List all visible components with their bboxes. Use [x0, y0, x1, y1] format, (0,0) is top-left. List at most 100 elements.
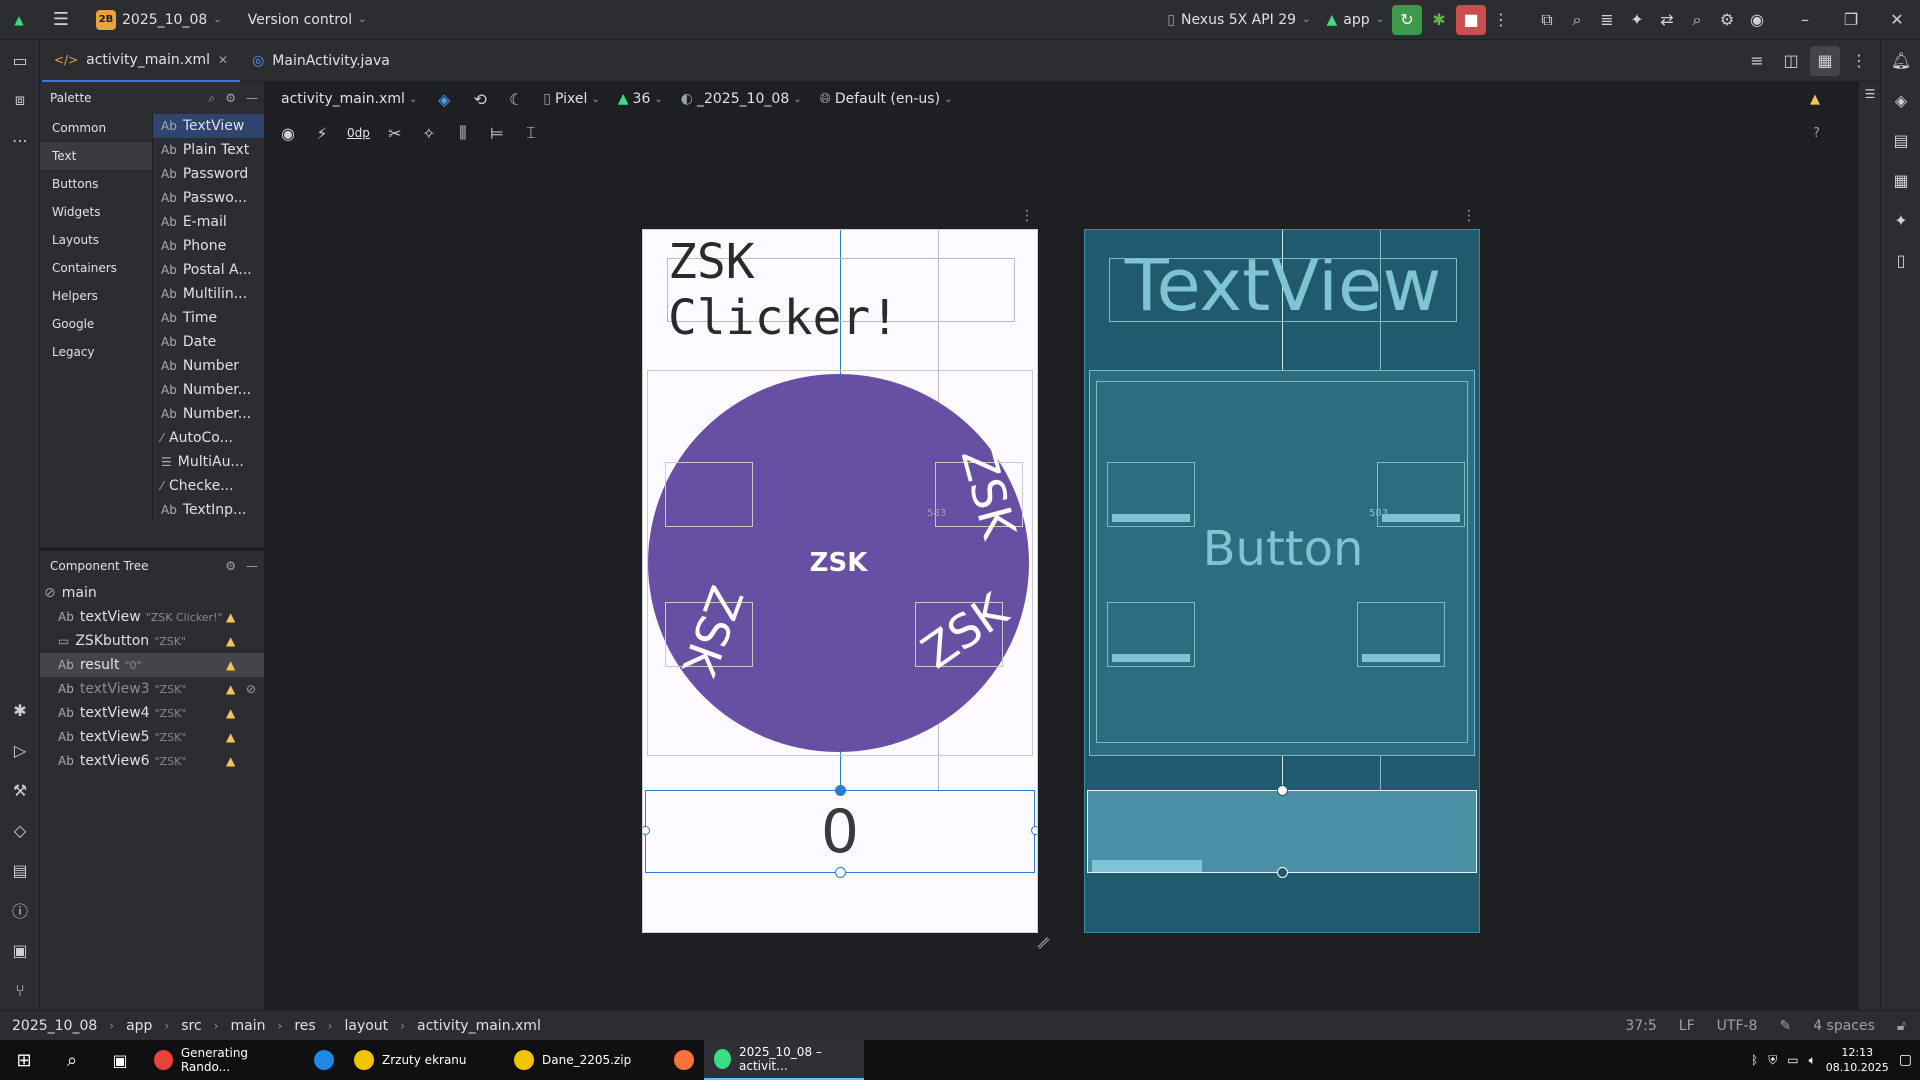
caret-position[interactable]: 37:5 — [1625, 1018, 1656, 1034]
warning-icon[interactable]: ▲ — [226, 658, 235, 672]
security-icon[interactable]: ⛨ — [1768, 1053, 1777, 1068]
palette-category-helpers[interactable]: Helpers — [40, 282, 152, 310]
tabs-more-icon[interactable]: ⋮ — [1844, 46, 1874, 76]
bluetooth-icon[interactable]: ᛒ — [1751, 1053, 1758, 1067]
app-inspection-icon[interactable]: ⌕ — [1562, 5, 1592, 35]
palette-category-layouts[interactable]: Layouts — [40, 226, 152, 254]
design-view-icon[interactable]: ▦ — [1810, 45, 1840, 76]
right-anchor-handle[interactable] — [1031, 826, 1037, 835]
palette-item[interactable]: ☰ MultiAu... — [153, 450, 264, 474]
project-switcher[interactable]: 2B 2025_10_08 ⌄ — [88, 6, 230, 34]
palette-item[interactable]: Ab E-mail — [153, 210, 264, 234]
help-icon[interactable]: ? — [1813, 126, 1820, 141]
tree-item-textview[interactable]: Ab textView "ZSK Clicker!" ▲ — [40, 605, 264, 629]
taskbar-app[interactable]: Generating Rando... — [144, 1040, 304, 1080]
close-tab-icon[interactable]: ✕ — [218, 53, 228, 67]
blueprint-textview-box[interactable] — [1107, 462, 1195, 527]
palette-item[interactable]: Ab Plain Text — [153, 138, 264, 162]
device-manager-icon[interactable]: ⧉ — [1532, 5, 1562, 35]
blueprint-textview-box[interactable] — [1107, 602, 1195, 667]
palette-item[interactable]: Ab Time — [153, 306, 264, 330]
palette-category-common[interactable]: Common — [40, 114, 152, 142]
apply-changes-button[interactable]: ↻ — [1392, 4, 1422, 35]
tree-root-main[interactable]: ⊘ main — [40, 581, 264, 605]
task-view-icon[interactable]: ▣ — [96, 1040, 144, 1080]
palette-item[interactable]: Ab Number... — [153, 402, 264, 426]
gemini-tool-icon[interactable]: ◇ — [0, 810, 40, 850]
search-icon[interactable]: ⌕ — [209, 91, 216, 106]
code-view-icon[interactable]: ≡ — [1742, 46, 1772, 76]
infer-constraints-icon[interactable]: ✧ — [414, 118, 444, 148]
hide-panel-icon[interactable]: — — [246, 91, 258, 105]
palette-item[interactable]: Ab Number... — [153, 378, 264, 402]
device-mirroring-icon[interactable]: ⇄ — [1652, 5, 1682, 35]
project-folder-icon[interactable]: ▭ — [0, 40, 40, 80]
tree-item-result[interactable]: Ab result "0" ▲ — [40, 653, 264, 677]
palette-item[interactable]: Ab Date — [153, 330, 264, 354]
design-preview[interactable]: ZSK Clicker! ZSK ZSK ZSK ZSK 583 0 — [642, 229, 1038, 933]
breadcrumb-item[interactable]: app — [126, 1018, 152, 1034]
search-icon[interactable]: ⌕ — [48, 1040, 96, 1080]
palette-item[interactable]: Ab Number — [153, 354, 264, 378]
search-icon[interactable]: ⌕ — [1682, 5, 1712, 35]
lock-icon[interactable]: 🔓︎ — [1897, 1018, 1906, 1034]
close-window-icon[interactable]: ✕ — [1874, 5, 1920, 35]
build-tool-icon[interactable]: ⚒ — [0, 770, 40, 810]
breadcrumb-item[interactable]: main — [231, 1018, 266, 1034]
warning-icon[interactable]: ▲ — [226, 610, 235, 624]
line-separator[interactable]: LF — [1679, 1018, 1695, 1034]
taskbar-app[interactable]: Zrzuty ekranu — [344, 1040, 504, 1080]
guidelines-icon[interactable]: ⫼ — [448, 118, 478, 148]
warning-icon[interactable]: ▲ — [226, 730, 235, 744]
warning-icon[interactable]: ▲ — [226, 754, 235, 768]
warning-icon[interactable]: ▲ — [1810, 92, 1820, 107]
night-mode-icon[interactable]: ☾ — [501, 84, 531, 114]
textview3-bounds[interactable] — [665, 462, 753, 527]
settings-gear-icon[interactable]: ⚙ — [1712, 5, 1742, 35]
notification-center-icon[interactable]: ▢ — [1899, 1052, 1912, 1068]
resource-manager-icon[interactable]: ⧈ — [0, 80, 40, 120]
version-control-menu[interactable]: Version control ⌄ — [240, 6, 375, 34]
autoconnect-icon[interactable]: ⚡︎ — [307, 118, 337, 148]
app-quality-icon[interactable]: ▤ — [0, 850, 40, 890]
warning-icon[interactable]: ▲ — [226, 634, 235, 648]
terminal-icon[interactable]: ▣ — [0, 930, 40, 970]
breadcrumb-item[interactable]: layout — [344, 1018, 388, 1034]
device-file-icon[interactable]: ▯ — [1881, 240, 1920, 280]
device-selector[interactable]: ▯ Nexus 5X API 29 ⌄ — [1159, 6, 1318, 34]
sdk-manager-icon[interactable]: ✦ — [1622, 5, 1652, 35]
tree-item-textview5[interactable]: Ab textView5 "ZSK" ▲ — [40, 725, 264, 749]
palette-item[interactable]: ⁄ AutoCo... — [153, 426, 264, 450]
orientation-icon[interactable]: ⟲ — [465, 84, 495, 114]
tree-item-zskbutton[interactable]: ▭ ZSKbutton "ZSK" ▲ — [40, 629, 264, 653]
gradle-icon[interactable]: ◈ — [1881, 80, 1920, 120]
design-view-more-icon[interactable]: ⋮ — [1020, 208, 1034, 224]
layout-file-selector[interactable]: activity_main.xml ⌄ — [275, 86, 423, 112]
blueprint-result-box[interactable] — [1087, 790, 1477, 873]
palette-item[interactable]: Ab Multilin... — [153, 282, 264, 306]
theme-selector[interactable]: ◐ _2025_10_08 ⌄ — [675, 86, 808, 112]
view-options-eye-icon[interactable]: ◉ — [273, 118, 303, 148]
account-icon[interactable]: ◉ — [1742, 5, 1772, 35]
gemini-icon[interactable]: ✦ — [1881, 200, 1920, 240]
tree-item-textview4[interactable]: Ab textView4 "ZSK" ▲ — [40, 701, 264, 725]
restore-window-icon[interactable]: ❐ — [1828, 5, 1874, 35]
gear-icon[interactable]: ⚙ — [225, 91, 236, 105]
design-canvas[interactable] — [267, 152, 1858, 1010]
bottom-anchor-handle[interactable] — [835, 867, 846, 878]
warning-icon[interactable]: ▲ — [226, 682, 235, 696]
taskbar-app[interactable]: Dane_2205.zip — [504, 1040, 664, 1080]
taskbar-app[interactable]: 2025_10_08 – activit... — [704, 1040, 864, 1080]
problems-icon[interactable]: ⓘ — [0, 890, 40, 930]
locale-selector[interactable]: 🌐︎ Default (en-us) ⌄ — [814, 86, 959, 112]
clock[interactable]: 12:13 08.10.2025 — [1826, 1045, 1889, 1075]
breadcrumb-item[interactable]: src — [181, 1018, 201, 1034]
blueprint-anchor-handle[interactable] — [1277, 867, 1288, 878]
read-only-icon[interactable]: ✎ — [1779, 1018, 1791, 1034]
blueprint-anchor-handle[interactable] — [1277, 785, 1288, 796]
gear-icon[interactable]: ⚙ — [225, 559, 236, 573]
blueprint-title-box[interactable]: TextView — [1109, 258, 1457, 322]
debug-icon[interactable]: ✱ — [1424, 5, 1454, 35]
file-encoding[interactable]: UTF-8 — [1717, 1018, 1758, 1034]
git-icon[interactable]: ⑂ — [0, 970, 40, 1010]
